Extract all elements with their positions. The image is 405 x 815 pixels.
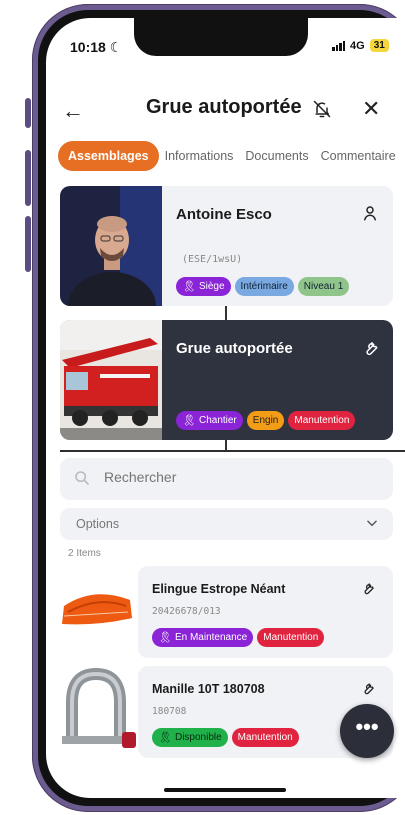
item-name: Elingue Estrope Néant <box>152 582 286 596</box>
list-item[interactable]: Elingue Estrope Néant 20426678/013 🎗 En M… <box>138 566 393 658</box>
page-title: Grue autoportée <box>146 96 302 118</box>
item-code: 180708 <box>152 706 187 717</box>
bell-off-icon[interactable] <box>312 99 332 119</box>
items-count: 2 Items <box>68 548 101 559</box>
notch <box>134 18 308 56</box>
crane-name: Grue autoportée <box>176 340 293 357</box>
tab-informations[interactable]: Informations <box>165 149 234 163</box>
tab-commentaire[interactable]: Commentaire <box>321 149 396 163</box>
status-badge: 🎗 Chantier <box>176 411 243 430</box>
status-badge: 🎗 Disponible <box>152 728 228 747</box>
volume-up-button <box>25 150 31 206</box>
silent-switch <box>25 98 31 128</box>
battery-indicator: 31 <box>369 39 389 52</box>
section-divider <box>60 450 405 452</box>
status-indicators: 4G 31 <box>332 39 389 52</box>
close-icon[interactable]: ✕ <box>362 96 380 122</box>
tree-connector <box>225 306 227 320</box>
sling-thumbnail <box>62 594 132 625</box>
person-name: Antoine Esco <box>176 206 272 223</box>
options-dropdown[interactable]: Options <box>60 508 393 540</box>
tag-badge: Manutention <box>288 411 356 430</box>
tree-connector <box>225 440 227 450</box>
tab-assemblages[interactable]: Assemblages <box>58 141 159 171</box>
crane-photo <box>60 320 162 440</box>
person-card[interactable]: Antoine Esco (ESE/1wsU) 🎗 Siège Intérimai… <box>60 186 393 306</box>
tag-badge: Engin <box>246 411 285 430</box>
shackle-thumbnail <box>62 667 136 748</box>
person-code: (ESE/1wsU) <box>182 254 243 265</box>
tag-badge: Manutention <box>257 628 325 647</box>
signal-icon <box>332 40 345 51</box>
ribbon-icon: 🎗 <box>158 632 172 644</box>
item-badges: 🎗 Disponible Manutention <box>152 728 299 747</box>
ribbon-icon: 🎗 <box>158 732 172 744</box>
item-code: 20426678/013 <box>152 606 221 617</box>
options-label: Options <box>76 517 120 531</box>
search-icon <box>75 471 89 485</box>
user-icon[interactable] <box>361 204 379 222</box>
status-badge: 🎗 En Maintenance <box>152 628 254 647</box>
wrench-icon[interactable] <box>361 338 379 356</box>
tag-badge: Niveau 1 <box>297 277 350 296</box>
tab-documents[interactable]: Documents <box>245 149 308 163</box>
ribbon-icon: 🎗 <box>182 415 196 427</box>
wrench-icon[interactable] <box>360 580 375 595</box>
search-bar[interactable] <box>60 458 393 500</box>
home-indicator <box>164 788 286 792</box>
more-actions-button[interactable]: ••• <box>340 704 394 758</box>
back-arrow-icon[interactable]: ← <box>62 98 84 124</box>
network-label: 4G <box>350 39 365 52</box>
wrench-icon[interactable] <box>360 680 375 695</box>
app-screen: 10:18 ☾ 4G 31 ← Grue autoportée ✕ Assemb… <box>46 18 405 798</box>
status-badge: 🎗 Siège <box>176 277 231 296</box>
crane-card[interactable]: Grue autoportée 🎗 Chantier Engin Manutent… <box>60 320 393 440</box>
volume-down-button <box>25 216 31 272</box>
person-badges: 🎗 Siège Intérimaire Niveau 1 <box>176 277 350 296</box>
tag-badge: Intérimaire <box>234 277 294 296</box>
moon-icon: ☾ <box>109 39 123 55</box>
search-input[interactable] <box>104 469 364 485</box>
chevron-down-icon <box>367 520 377 527</box>
person-photo <box>60 186 162 306</box>
status-time: 10:18 ☾ <box>70 39 123 55</box>
ribbon-icon: 🎗 <box>182 281 196 293</box>
tag-badge: Manutention <box>231 728 299 747</box>
item-name: Manille 10T 180708 <box>152 682 265 696</box>
crane-badges: 🎗 Chantier Engin Manutention <box>176 411 356 430</box>
header: ← Grue autoportée ✕ <box>46 90 405 130</box>
tab-bar: Assemblages Informations Documents Comme… <box>58 140 405 172</box>
item-badges: 🎗 En Maintenance Manutention <box>152 628 325 647</box>
